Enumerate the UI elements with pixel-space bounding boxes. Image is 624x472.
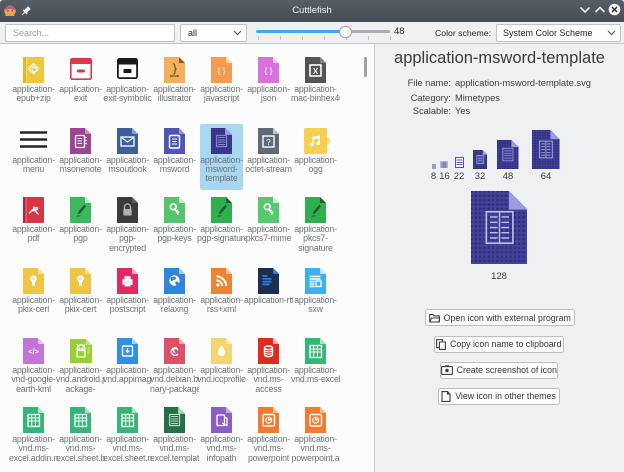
svg-text:{ }: { } (264, 66, 272, 76)
svg-text:{ }: { } (217, 66, 225, 76)
svg-text:</>: </> (28, 347, 39, 356)
svg-text:X: X (313, 67, 319, 76)
svg-text:?: ? (266, 137, 271, 146)
